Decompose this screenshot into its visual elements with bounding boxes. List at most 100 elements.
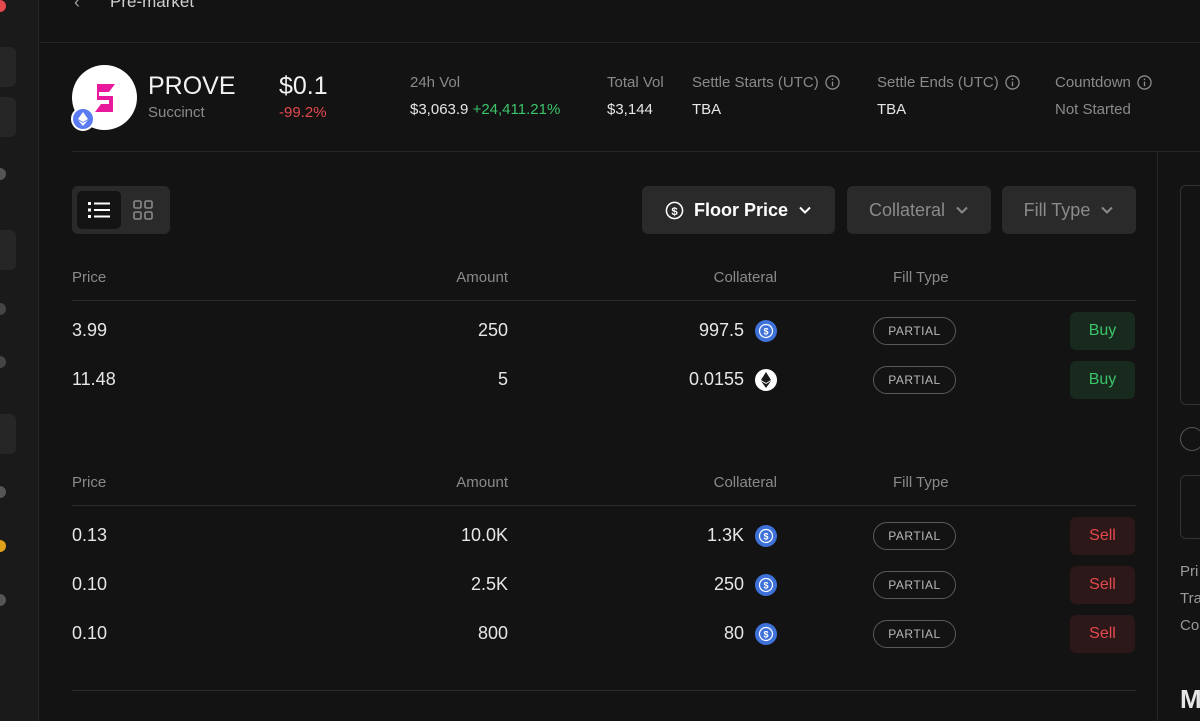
info-icon[interactable] xyxy=(1137,75,1152,90)
fill-type-badge: PARTIAL xyxy=(873,571,956,599)
order-price: 0.13 xyxy=(72,525,108,545)
order-amount: 250 xyxy=(477,320,508,340)
countdown-label: Countdown xyxy=(1055,74,1152,91)
order-price: 0.10 xyxy=(72,623,108,643)
order-collateral: 0.0155 xyxy=(688,369,744,389)
right-panel-label-2: Tra xyxy=(1180,590,1200,607)
col-header-amount: Amount xyxy=(456,269,508,286)
sell-button[interactable]: Sell xyxy=(1070,517,1135,555)
order-collateral: 1.3K xyxy=(706,525,744,545)
ethereum-icon xyxy=(755,369,777,391)
sell-button[interactable]: Sell xyxy=(1070,615,1135,653)
chevron-down-icon xyxy=(799,206,811,214)
table-row: 0.10 800 80 $ PARTIAL Sell xyxy=(0,614,1200,654)
col-header-collateral: Collateral xyxy=(713,269,777,286)
settle-start-label: Settle Starts (UTC) xyxy=(692,74,840,91)
right-panel-heading: M xyxy=(1180,684,1200,714)
table-row: 11.48 5 0.0155 PARTIAL Buy xyxy=(0,360,1200,400)
usdc-icon: $ xyxy=(755,525,777,547)
svg-text:$: $ xyxy=(763,581,768,591)
order-amount: 10.0K xyxy=(460,525,508,545)
right-panel-input[interactable] xyxy=(1180,475,1200,539)
rail-logo-icon[interactable] xyxy=(0,0,6,12)
col-header-fill-type: Fill Type xyxy=(893,474,949,491)
chevron-down-icon xyxy=(1101,206,1114,214)
order-collateral: 250 xyxy=(713,574,744,594)
order-collateral: 997.5 xyxy=(698,320,744,340)
col-header-amount: Amount xyxy=(456,474,508,491)
token-name: Succinct xyxy=(148,104,205,121)
total-vol-value: $3,144 xyxy=(607,101,653,118)
order-price: 0.10 xyxy=(72,574,108,594)
pre-market-app: ‹ Pre-market PROVE Succinct $0.1 -99.2% … xyxy=(0,0,1200,721)
rail-item-market[interactable] xyxy=(0,230,16,270)
vol24h-change: +24,411.21% xyxy=(472,101,561,118)
table-row: 3.99 250 997.5 $ PARTIAL Buy xyxy=(0,311,1200,351)
vol24h-value: $3,063.9 +24,411.21% xyxy=(410,101,561,118)
buy-button[interactable]: Buy xyxy=(1070,361,1135,399)
col-header-price: Price xyxy=(72,269,107,286)
buy-button[interactable]: Buy xyxy=(1070,312,1135,350)
order-collateral: 80 xyxy=(723,623,744,643)
info-icon[interactable] xyxy=(824,75,840,90)
right-panel-card[interactable] xyxy=(1180,185,1200,405)
fill-type-badge: PARTIAL xyxy=(873,366,956,394)
usdc-icon: $ xyxy=(755,574,777,596)
fill-type-badge: PARTIAL xyxy=(873,522,956,550)
chevron-down-icon xyxy=(956,206,968,214)
table-divider xyxy=(72,505,1136,506)
settle-start-value: TBA xyxy=(692,101,722,118)
usdc-icon: $ xyxy=(755,320,777,342)
fill-type-badge: PARTIAL xyxy=(873,317,956,345)
col-header-collateral: Collateral xyxy=(713,474,777,491)
col-header-price: Price xyxy=(72,474,107,491)
vol24h-label: 24h Vol xyxy=(410,74,461,91)
fill-type-dropdown[interactable]: Fill Type xyxy=(1002,186,1136,234)
svg-text:$: $ xyxy=(763,327,768,337)
grid-icon xyxy=(133,200,153,220)
rail-item-icon[interactable] xyxy=(0,168,6,180)
page-title: Pre-market xyxy=(110,0,195,11)
table-row: 0.10 2.5K 250 $ PARTIAL Sell xyxy=(0,565,1200,605)
collateral-dropdown[interactable]: Collateral xyxy=(847,186,991,234)
order-amount: 2.5K xyxy=(470,574,508,594)
floor-price-dropdown[interactable]: $ Floor Price xyxy=(642,186,835,234)
order-price: 11.48 xyxy=(72,369,116,389)
back-icon[interactable]: ‹ xyxy=(74,0,80,13)
token-price-change: -99.2% xyxy=(279,104,327,121)
ethereum-icon xyxy=(71,107,95,131)
col-header-fill-type: Fill Type xyxy=(893,269,949,286)
rail-item-home[interactable] xyxy=(0,47,16,87)
token-symbol: PROVE xyxy=(148,72,236,100)
svg-text:$: $ xyxy=(671,205,678,217)
settle-end-value: TBA xyxy=(877,101,907,118)
table-divider xyxy=(72,300,1136,301)
radio-option[interactable] xyxy=(1180,427,1200,451)
grid-view-button[interactable] xyxy=(121,191,165,229)
top-bar: ‹ Pre-market xyxy=(40,0,1200,43)
header-divider xyxy=(72,151,1200,152)
right-panel-label-1: Pri xyxy=(1180,563,1199,580)
settle-end-label: Settle Ends (UTC) xyxy=(877,74,1020,91)
rail-item-points[interactable] xyxy=(0,414,16,454)
rail-item-active[interactable] xyxy=(0,97,16,137)
order-price: 3.99 xyxy=(72,320,108,340)
dollar-circle-icon: $ xyxy=(665,201,684,219)
table-row: 0.13 10.0K 1.3K $ PARTIAL Sell xyxy=(0,516,1200,556)
usdc-icon: $ xyxy=(755,623,777,645)
svg-text:$: $ xyxy=(763,630,768,640)
list-icon xyxy=(88,202,110,218)
token-price: $0.1 xyxy=(279,72,328,100)
view-toggle xyxy=(72,186,170,234)
order-amount: 800 xyxy=(477,623,508,643)
list-view-button[interactable] xyxy=(77,191,121,229)
gear-icon[interactable] xyxy=(0,486,6,498)
table-bottom-divider xyxy=(72,690,1136,691)
countdown-value: Not Started xyxy=(1055,101,1131,118)
right-panel-label-3: Co xyxy=(1180,617,1200,634)
info-icon[interactable] xyxy=(1004,75,1020,90)
svg-text:$: $ xyxy=(763,532,768,542)
sell-button[interactable]: Sell xyxy=(1070,566,1135,604)
total-vol-label: Total Vol xyxy=(607,74,664,91)
fill-type-badge: PARTIAL xyxy=(873,620,956,648)
